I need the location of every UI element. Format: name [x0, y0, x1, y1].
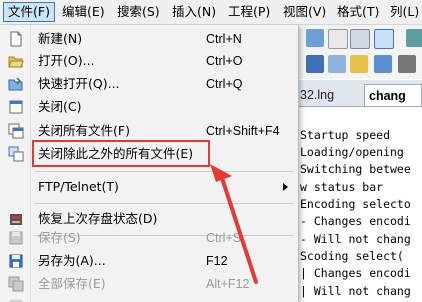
menu-item-close-all[interactable]: 关闭所有文件(F) Ctrl+Shift+F4 — [0, 120, 298, 142]
save-as-icon — [8, 253, 24, 269]
toolbar-star-icon[interactable] — [350, 55, 368, 73]
save-all-icon — [8, 276, 24, 292]
menu-separator — [34, 171, 294, 172]
restore-icon — [8, 211, 24, 227]
menu-item-save-all[interactable]: 全部保存(E) Alt+F12 — [0, 273, 298, 295]
toolbar-php-icon[interactable] — [398, 55, 416, 73]
open-folder-icon — [8, 53, 24, 69]
menu-item-shortcut: Alt+F12 — [206, 277, 250, 291]
code-line: Startup speed — [300, 128, 391, 142]
toolbar-list-icon[interactable] — [350, 29, 370, 49]
toolbar-ftp-icon[interactable] — [306, 55, 324, 73]
menu-project[interactable]: 工程(P) — [224, 2, 274, 22]
menu-bar: 文件(F) 编辑(E) 搜索(S) 插入(N) 工程(P) 视图(V) 格式(T… — [0, 0, 422, 25]
menu-item-new[interactable]: 新建(N) Ctrl+N — [0, 28, 298, 50]
toolbar-wrap-icon[interactable] — [374, 29, 394, 49]
menu-item-label: 全部保存(E) — [38, 276, 106, 291]
menu-item-close[interactable]: 关闭(C) — [0, 96, 298, 118]
menu-item-shortcut: Ctrl+N — [206, 32, 242, 46]
toolbar-image-icon[interactable] — [328, 55, 346, 73]
annotation-highlight-box — [32, 140, 210, 167]
tab-lng-file[interactable]: 32.lng — [300, 84, 360, 106]
save-disk-icon — [8, 230, 24, 246]
menu-item-label: 保存(S) — [38, 230, 81, 245]
toolbar — [298, 25, 422, 79]
quick-open-icon — [8, 76, 24, 92]
menu-item-ftp-telnet[interactable]: FTP/Telnet(T) — [0, 176, 298, 198]
toolbar-open-icon[interactable] — [306, 29, 324, 47]
menu-format[interactable]: 格式(T) — [333, 2, 383, 22]
partial-item-icon — [8, 298, 24, 302]
code-line: | Changes encodi — [300, 266, 411, 280]
menu-file[interactable]: 文件(F) — [3, 2, 55, 22]
editor-pane[interactable]: Startup speed Loading/opening Switching … — [298, 107, 422, 302]
tab-changes-file[interactable]: chang — [364, 84, 422, 106]
code-line: - Will not chang — [300, 232, 411, 246]
menu-item-open[interactable]: 打开(O)... Ctrl+O — [0, 50, 298, 72]
menu-item-shortcut: Ctrl+O — [206, 54, 243, 68]
code-line: w status bar — [300, 180, 384, 194]
menu-item-shortcut: F12 — [206, 254, 228, 268]
menu-item-label: 另存为(A)... — [38, 253, 106, 268]
menu-item-shortcut: Ctrl+Shift+F4 — [206, 124, 280, 138]
menu-view[interactable]: 视图(V) — [279, 2, 330, 22]
close-all-files-icon — [8, 123, 24, 139]
code-line: Encoding selecto — [300, 197, 411, 211]
menu-item-save-as[interactable]: 另存为(A)... F12 — [0, 250, 298, 272]
toolbar-page-icon[interactable] — [328, 29, 348, 49]
new-file-icon — [8, 31, 24, 47]
menu-item-partial[interactable] — [0, 295, 298, 302]
menu-item-label: 打开(O)... — [38, 53, 95, 68]
code-line: Loading/opening — [300, 145, 404, 159]
tab-bar: 32.lng chang — [298, 80, 422, 107]
toolbar-browser-icon[interactable] — [406, 29, 422, 47]
close-others-icon — [8, 146, 24, 162]
menu-search[interactable]: 搜索(S) — [113, 2, 164, 22]
code-line: | Will not chang — [300, 284, 411, 298]
submenu-arrow-icon — [283, 183, 288, 191]
menu-item-label: 快速打开(Q)... — [38, 76, 120, 91]
menu-item-save[interactable]: 保存(S) Ctrl+S — [0, 227, 298, 249]
close-file-icon — [8, 99, 24, 115]
menu-insert[interactable]: 插入(N) — [168, 2, 220, 22]
menu-item-label: FTP/Telnet(T) — [38, 179, 119, 194]
menu-item-shortcut: Ctrl+S — [206, 231, 242, 245]
menu-item-quick-open[interactable]: 快速打开(Q)... Ctrl+Q — [0, 73, 298, 95]
code-line: - Changes encodi — [300, 214, 411, 228]
menu-item-label: 关闭所有文件(F) — [38, 123, 130, 138]
menu-item-shortcut: Ctrl+Q — [206, 77, 243, 91]
menu-item-label: 新建(N) — [38, 31, 83, 46]
menu-column[interactable]: 列(L) — [386, 2, 422, 22]
menu-separator — [34, 203, 294, 204]
code-line: Scoding select( — [300, 249, 404, 263]
menu-item-label: 关闭(C) — [38, 99, 82, 114]
code-line: Switching betwee — [300, 162, 411, 176]
toolbar-doc-icon[interactable] — [374, 55, 392, 73]
menu-edit[interactable]: 编辑(E) — [58, 2, 109, 22]
